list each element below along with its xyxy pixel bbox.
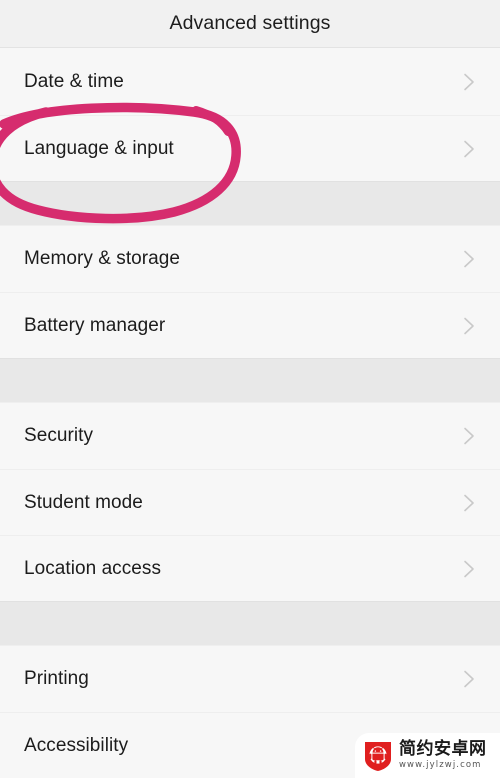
settings-row-label: Date & time (24, 71, 124, 92)
watermark-url: www.jylzwj.com (399, 760, 482, 771)
settings-section: Security Student mode Location access (0, 403, 500, 601)
settings-row-student-mode[interactable]: Student mode (0, 469, 500, 535)
settings-row-label: Accessibility (24, 734, 129, 756)
chevron-right-icon (458, 492, 480, 514)
watermark-site-name: 简约安卓网 (399, 739, 487, 760)
settings-row-label: Memory & storage (24, 248, 181, 269)
settings-row-date-time[interactable]: Date & time (0, 49, 500, 115)
settings-row-label: Battery manager (24, 314, 166, 336)
settings-row-label: Location access (24, 557, 161, 579)
chevron-right-icon (458, 71, 480, 93)
settings-list: Date & time Language & input Memory & st… (0, 49, 500, 778)
settings-section: Date & time Language & input (0, 49, 500, 181)
watermark-text: 简约安卓网 www.jylzwj.com (399, 741, 487, 770)
android-shield-icon (363, 740, 393, 772)
settings-row-location-access[interactable]: Location access (0, 535, 500, 601)
settings-section: Memory & storage Battery manager (0, 226, 500, 358)
site-watermark: 简约安卓网 www.jylzwj.com (355, 733, 500, 778)
section-divider-band (0, 181, 500, 226)
settings-row-printing[interactable]: Printing (0, 646, 500, 712)
settings-row-battery-manager[interactable]: Battery manager (0, 292, 500, 358)
chevron-right-icon (458, 248, 480, 270)
section-divider-band (0, 601, 500, 646)
settings-row-memory-storage[interactable]: Memory & storage (0, 226, 500, 292)
chevron-right-icon (458, 138, 480, 160)
chevron-right-icon (458, 668, 480, 690)
chevron-right-icon (458, 425, 480, 447)
chevron-right-icon (458, 315, 480, 337)
settings-row-label: Student mode (24, 491, 143, 513)
settings-screen: Advanced settings Date & time Language &… (0, 0, 500, 778)
settings-row-label: Security (24, 425, 94, 446)
chevron-right-icon (458, 558, 480, 580)
section-divider-band (0, 358, 500, 403)
settings-row-security[interactable]: Security (0, 403, 500, 469)
settings-row-label: Printing (24, 668, 89, 689)
app-header: Advanced settings (0, 0, 500, 48)
settings-row-language-input[interactable]: Language & input (0, 115, 500, 181)
settings-row-label: Language & input (24, 137, 174, 159)
page-title: Advanced settings (169, 12, 331, 34)
